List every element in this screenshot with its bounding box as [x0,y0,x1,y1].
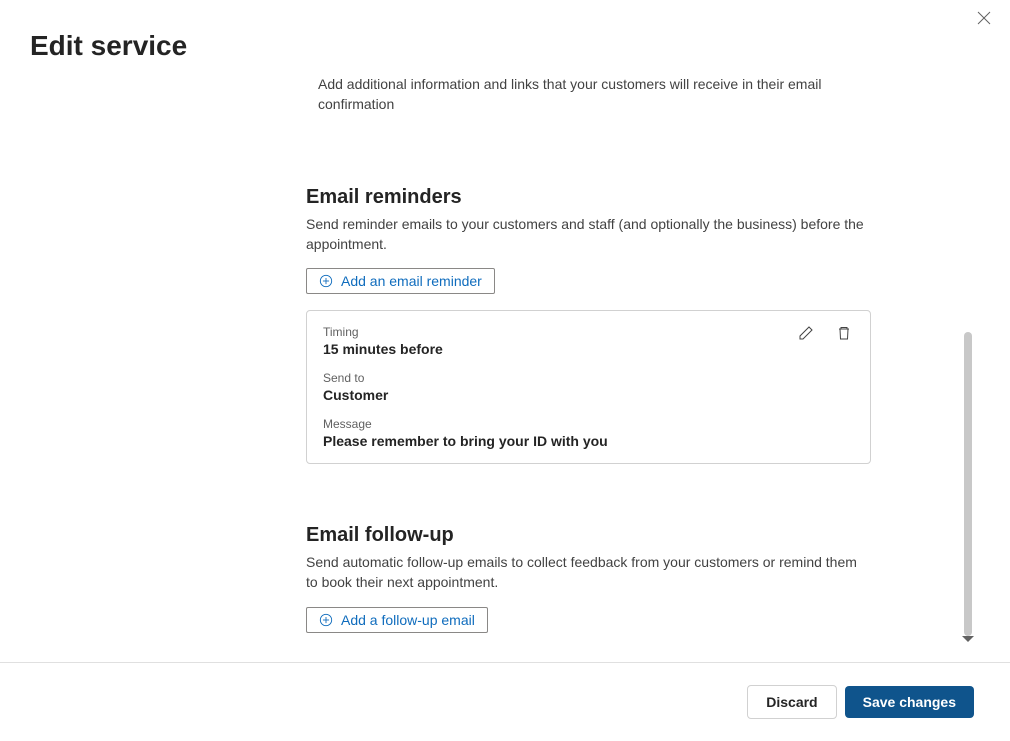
footer-actions: Discard Save changes [0,662,1010,741]
discard-button[interactable]: Discard [747,685,836,719]
save-changes-button[interactable]: Save changes [845,686,974,718]
sendto-value: Customer [323,387,854,403]
scroll-down-arrow-icon[interactable] [962,636,974,642]
plus-circle-icon [319,613,333,627]
confirmation-help-text: Add additional information and links tha… [306,75,871,114]
add-followup-label: Add a follow-up email [341,612,475,628]
timing-value: 15 minutes before [323,341,854,357]
message-field: Message Please remember to bring your ID… [323,417,854,449]
sendto-field: Send to Customer [323,371,854,403]
trash-icon [836,325,852,341]
scrollbar-thumb[interactable] [964,332,972,636]
delete-reminder-button[interactable] [834,323,854,343]
message-label: Message [323,417,854,431]
followup-section-description: Send automatic follow-up emails to colle… [306,553,871,592]
page-title: Edit service [0,0,1010,62]
close-button[interactable] [976,10,992,26]
add-followup-email-button[interactable]: Add a follow-up email [306,607,488,633]
close-icon [977,11,991,25]
edit-reminder-button[interactable] [796,323,816,343]
followup-section-title: Email follow-up [306,524,871,547]
reminder-card-actions [796,323,854,343]
message-value: Please remember to bring your ID with yo… [323,433,854,449]
reminder-card: Timing 15 minutes before Send to Custome… [306,310,871,464]
pencil-icon [798,325,814,341]
timing-label: Timing [323,325,854,339]
content-area: Add additional information and links tha… [306,75,871,661]
sendto-label: Send to [323,371,854,385]
email-reminders-section: Email reminders Send reminder emails to … [306,186,871,464]
add-reminder-label: Add an email reminder [341,273,482,289]
timing-field: Timing 15 minutes before [323,325,854,357]
reminders-section-title: Email reminders [306,186,871,209]
plus-circle-icon [319,274,333,288]
reminders-section-description: Send reminder emails to your customers a… [306,215,871,254]
email-followup-section: Email follow-up Send automatic follow-up… [306,524,871,632]
add-email-reminder-button[interactable]: Add an email reminder [306,268,495,294]
